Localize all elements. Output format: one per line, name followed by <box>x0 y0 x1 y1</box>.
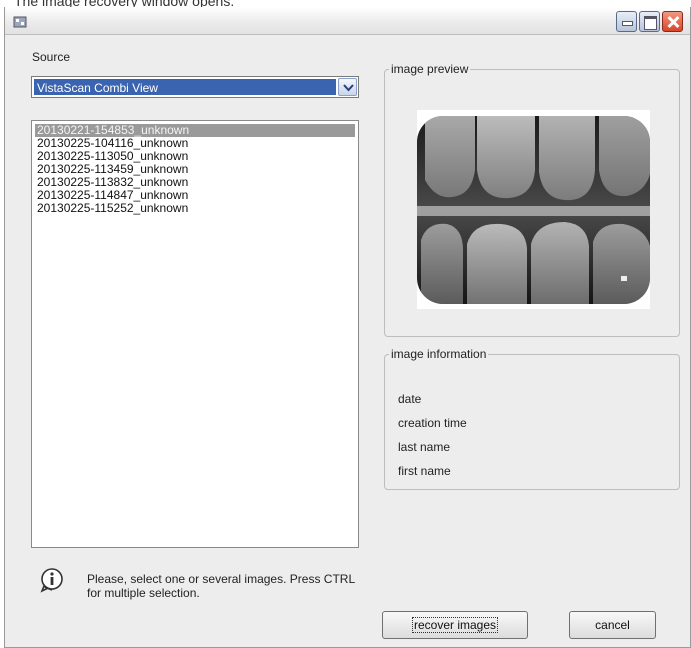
source-dropdown-value: VistaScan Combi View <box>34 79 336 95</box>
info-date-label: date <box>398 392 422 406</box>
list-item[interactable]: 20130225-115252_unknown <box>35 202 355 215</box>
source-label: Source <box>32 50 71 64</box>
cancel-button[interactable]: cancel <box>569 611 656 639</box>
image-information-group: image information date creation time las… <box>384 347 680 490</box>
recover-images-button[interactable]: recover images <box>382 611 528 639</box>
hint-text: Please, select one or several images. Pr… <box>87 572 355 600</box>
dropdown-arrow-button[interactable] <box>338 78 357 96</box>
title-bar[interactable] <box>5 7 690 35</box>
chevron-down-icon <box>343 84 354 92</box>
xray-preview-image <box>417 110 650 309</box>
close-button[interactable] <box>662 11 683 32</box>
maximize-button[interactable] <box>639 11 660 32</box>
app-icon <box>13 15 27 29</box>
image-information-label: image information <box>391 347 487 361</box>
info-creation-time-label: creation time <box>398 416 467 430</box>
recover-images-label: recover images <box>411 617 499 633</box>
info-icon <box>39 567 65 593</box>
source-dropdown[interactable]: VistaScan Combi View <box>31 76 359 98</box>
minimize-button[interactable] <box>616 11 637 32</box>
image-preview-group: image preview <box>384 62 680 337</box>
image-recovery-window: Source VistaScan Combi View 20130221-154… <box>4 7 691 648</box>
info-first-name-label: first name <box>398 464 451 478</box>
image-preview-label: image preview <box>391 62 469 76</box>
info-last-name-label: last name <box>398 440 451 454</box>
image-list[interactable]: 20130221-154853_unknown 20130225-104116_u… <box>31 120 359 548</box>
